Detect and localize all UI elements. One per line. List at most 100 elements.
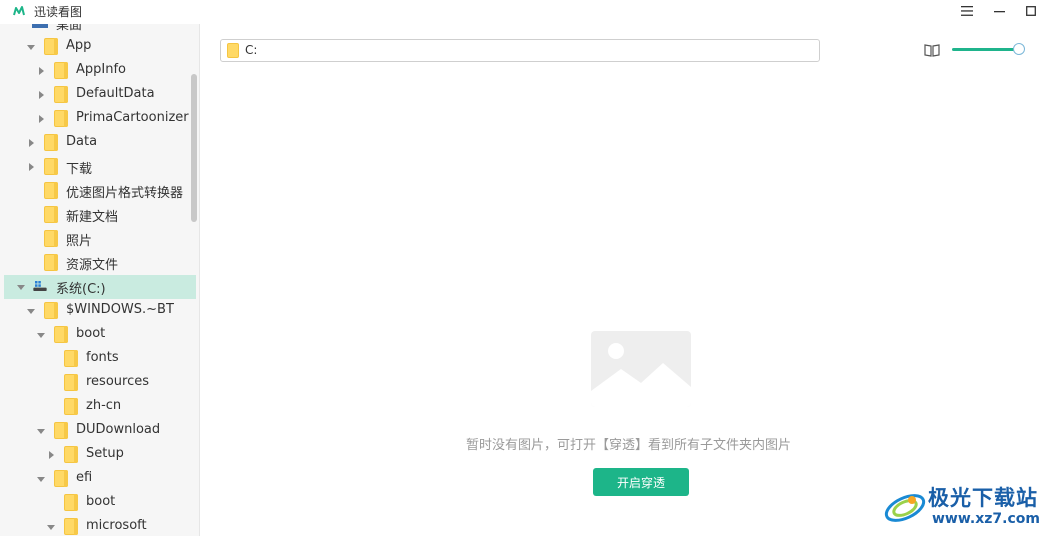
folder-icon xyxy=(227,43,239,58)
tree-item-microsoft[interactable]: microsoft xyxy=(4,515,196,536)
tree-item-label: App xyxy=(66,38,92,53)
tree-item-windows-bt[interactable]: $WINDOWS.~BT xyxy=(4,299,196,323)
tree-item-photos[interactable]: 照片 xyxy=(4,227,196,251)
expand-arrow-icon[interactable] xyxy=(36,330,46,340)
folder-icon xyxy=(54,62,68,79)
desktop-icon xyxy=(32,24,48,28)
tree-item-label: microsoft xyxy=(86,518,147,533)
folder-icon xyxy=(44,206,58,223)
folder-icon xyxy=(54,422,68,439)
tree-item-label: 优速图片格式转换器 xyxy=(66,186,184,201)
tree-item-label: 照片 xyxy=(66,234,93,249)
app-logo-icon xyxy=(13,6,25,16)
tree-item-label: Data xyxy=(66,134,98,149)
tree-item-label: $WINDOWS.~BT xyxy=(66,302,174,317)
maximize-button[interactable] xyxy=(1016,0,1045,22)
tree-item-primacartoonizer[interactable]: PrimaCartoonizer xyxy=(4,107,196,131)
hamburger-icon xyxy=(961,6,973,16)
title-bar: 迅读看图 xyxy=(0,0,1045,24)
tree-item-label: 资源文件 xyxy=(66,258,119,273)
menu-button[interactable] xyxy=(952,0,982,22)
folder-icon xyxy=(44,230,58,247)
tree-item-efi-boot[interactable]: boot xyxy=(4,491,196,515)
collapse-arrow-icon[interactable] xyxy=(36,114,46,124)
tree-item-new-documents[interactable]: 新建文档 xyxy=(4,203,196,227)
tree-item-label: fonts xyxy=(86,350,119,365)
tree-item-image-converter[interactable]: 优速图片格式转换器 xyxy=(4,179,196,203)
collapse-arrow-icon[interactable] xyxy=(36,90,46,100)
tree-item-label: 桌面 xyxy=(56,24,83,33)
tree-item-system-drive[interactable]: 系统(C:) xyxy=(4,275,196,299)
tree-item-label: 新建文档 xyxy=(66,210,119,225)
tree-item-label: zh-cn xyxy=(86,398,122,413)
folder-icon xyxy=(44,158,58,175)
image-placeholder-icon xyxy=(591,331,691,407)
tree-item-setup[interactable]: Setup xyxy=(4,443,196,467)
empty-state-message: 暂时没有图片，可打开【穿透】看到所有子文件夹内图片 xyxy=(466,438,792,453)
minimize-icon xyxy=(993,11,1005,13)
tree-item-label: DUDownload xyxy=(76,422,161,437)
collapse-arrow-icon[interactable] xyxy=(36,66,46,76)
tree-item-app[interactable]: App xyxy=(4,35,196,59)
folder-icon xyxy=(64,350,78,367)
minimize-button[interactable] xyxy=(984,0,1014,22)
enable-penetrate-button[interactable]: 开启穿透 xyxy=(593,468,689,496)
path-bar[interactable]: C: xyxy=(220,39,820,62)
folder-icon xyxy=(44,182,58,199)
expand-arrow-icon[interactable] xyxy=(36,474,46,484)
collapse-arrow-icon[interactable] xyxy=(46,450,56,460)
tree-item-label: PrimaCartoonizer xyxy=(76,110,189,125)
folder-icon xyxy=(64,518,78,535)
folder-icon xyxy=(64,494,78,511)
tree-item-label: DefaultData xyxy=(76,86,155,101)
collapse-arrow-icon[interactable] xyxy=(26,138,36,148)
folder-icon xyxy=(44,302,58,319)
zoom-slider[interactable] xyxy=(952,48,1019,51)
folder-tree-sidebar: 桌面 App AppInfo DefaultData PrimaCartooni… xyxy=(0,24,200,536)
tree-item-label: resources xyxy=(86,374,150,389)
maximize-icon xyxy=(1026,6,1036,16)
tree-item-label: 系统(C:) xyxy=(56,282,106,297)
tree-item-resources-folder[interactable]: resources xyxy=(4,371,196,395)
tree-item-efi[interactable]: efi xyxy=(4,467,196,491)
path-text: C: xyxy=(245,43,258,57)
watermark-url: www.xz7.com xyxy=(932,511,1040,527)
folder-icon xyxy=(64,398,78,415)
expand-arrow-icon[interactable] xyxy=(46,522,56,532)
app-title: 迅读看图 xyxy=(34,5,83,19)
expand-arrow-icon[interactable] xyxy=(26,42,36,52)
folder-icon xyxy=(44,38,58,55)
expand-arrow-icon[interactable] xyxy=(26,306,36,316)
tree-item-resources[interactable]: 资源文件 xyxy=(4,251,196,275)
folder-icon xyxy=(54,110,68,127)
tree-item-dudownload[interactable]: DUDownload xyxy=(4,419,196,443)
tree-item-label: 下载 xyxy=(66,162,93,177)
folder-icon xyxy=(54,470,68,487)
tree-item-label: AppInfo xyxy=(76,62,127,77)
tree-item-appinfo[interactable]: AppInfo xyxy=(4,59,196,83)
folder-icon xyxy=(44,254,58,271)
collapse-arrow-icon[interactable] xyxy=(26,162,36,172)
tree-item-downloads[interactable]: 下载 xyxy=(4,155,196,179)
watermark-title: 极光下载站 xyxy=(928,486,1038,510)
tree-item-label: Setup xyxy=(86,446,124,461)
sidebar-scrollbar[interactable] xyxy=(191,74,197,222)
book-icon[interactable] xyxy=(924,42,940,58)
folder-icon xyxy=(44,134,58,151)
drive-icon xyxy=(33,281,47,291)
tree-item-data[interactable]: Data xyxy=(4,131,196,155)
tree-item-defaultdata[interactable]: DefaultData xyxy=(4,83,196,107)
tree-item-label: efi xyxy=(76,470,93,485)
tree-item-label: boot xyxy=(86,494,116,509)
folder-icon xyxy=(54,326,68,343)
expand-arrow-icon[interactable] xyxy=(36,426,46,436)
folder-icon xyxy=(64,446,78,463)
folder-icon xyxy=(54,86,68,103)
expand-arrow-icon[interactable] xyxy=(16,282,26,292)
tree-item-fonts[interactable]: fonts xyxy=(4,347,196,371)
tree-item-zh-cn[interactable]: zh-cn xyxy=(4,395,196,419)
folder-icon xyxy=(64,374,78,391)
tree-item-boot[interactable]: boot xyxy=(4,323,196,347)
watermark-logo-icon xyxy=(884,494,926,522)
zoom-slider-thumb[interactable] xyxy=(1012,43,1025,55)
